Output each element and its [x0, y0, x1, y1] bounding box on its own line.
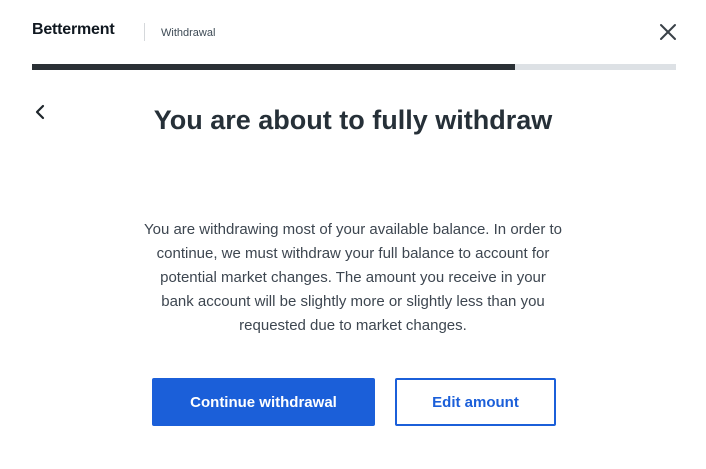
close-icon — [660, 24, 676, 40]
progress-bar — [32, 64, 676, 70]
top-header: Betterment Withdrawal — [0, 0, 706, 64]
page-title: You are about to fully withdraw — [153, 105, 553, 135]
continue-withdrawal-button[interactable]: Continue withdrawal — [152, 378, 375, 426]
close-button[interactable] — [656, 20, 680, 44]
header-divider — [144, 23, 145, 41]
progress-bar-fill — [32, 64, 515, 70]
section-label: Withdrawal — [161, 27, 216, 39]
betterment-logo[interactable]: Betterment — [32, 20, 115, 40]
withdrawal-explanation: You are withdrawing most of your availab… — [143, 221, 563, 334]
edit-amount-button[interactable]: Edit amount — [395, 378, 556, 426]
